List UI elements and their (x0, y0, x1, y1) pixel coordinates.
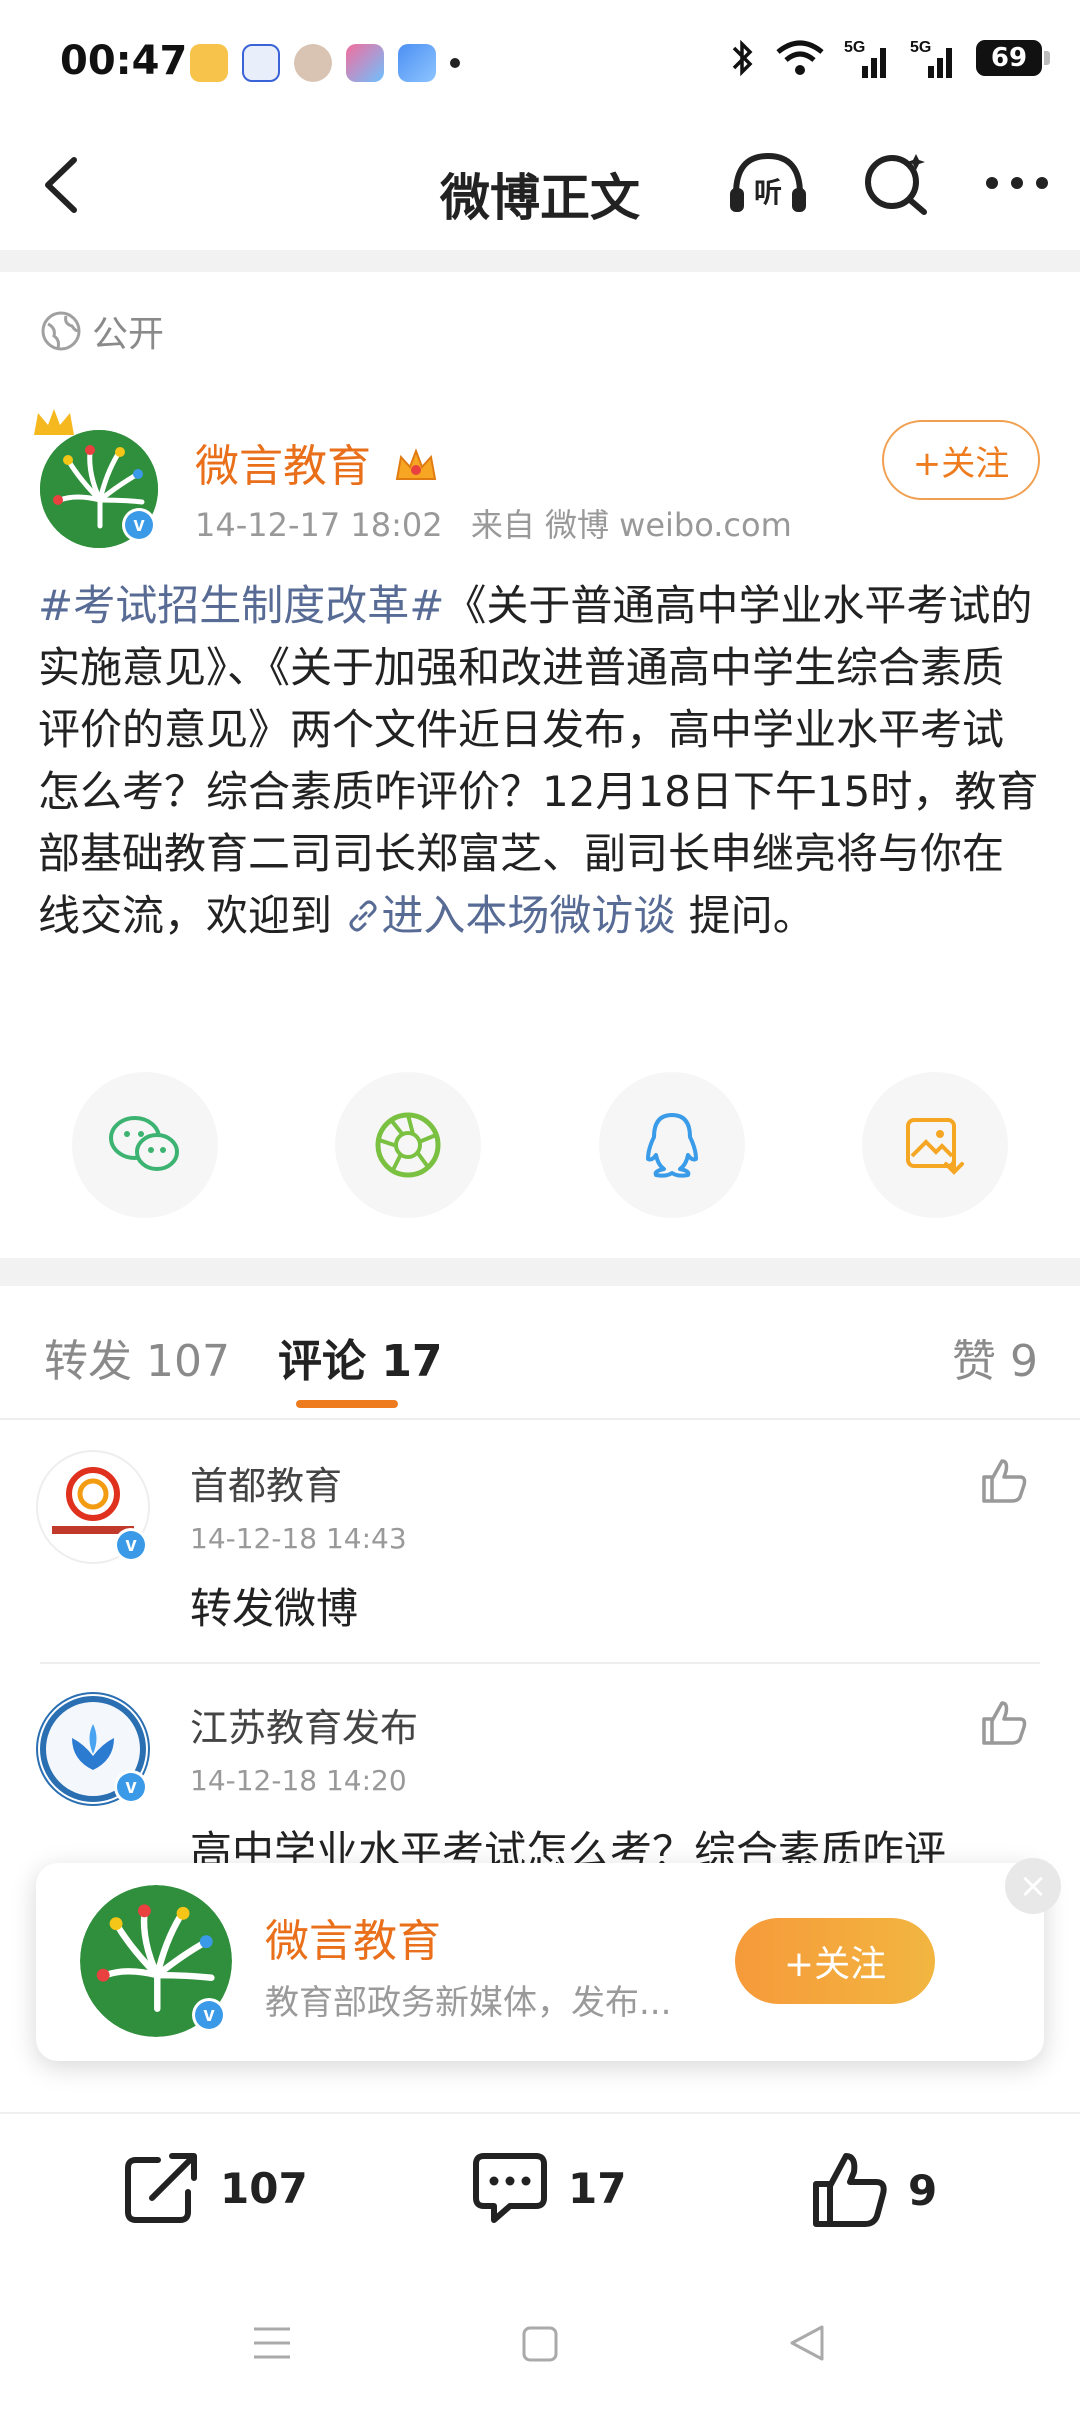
qq-icon (645, 1113, 698, 1178)
comment-text: 转发微博 (190, 1584, 359, 1633)
globe-icon (41, 311, 81, 351)
share-qq-button[interactable] (598, 1072, 745, 1218)
like-count: 9 (908, 2165, 938, 2215)
comment-like-icon[interactable] (978, 1697, 1030, 1749)
baidu-app-icon (242, 44, 280, 82)
like-button[interactable]: 9 (810, 2150, 937, 2230)
battery-indicator: 69 (976, 40, 1050, 76)
post-timestamp: 14-12-17 18:02 (195, 506, 443, 544)
interview-link[interactable]: 进入本场微访谈 (345, 891, 675, 940)
comment-icon (473, 2153, 547, 2223)
tab-comments[interactable]: 评论 17 (278, 1325, 443, 1389)
avatar-app-icon (294, 44, 332, 82)
verified-icon: v (125, 511, 153, 539)
comment-button[interactable]: 17 (470, 2150, 626, 2226)
listen-label: 听 (754, 176, 782, 209)
vip-crown-icon (395, 448, 437, 480)
link-icon (349, 900, 377, 932)
save-image-button[interactable] (861, 1072, 1008, 1218)
share-row (72, 1072, 1008, 1218)
back-nav-icon[interactable] (788, 2323, 828, 2363)
status-time: 00:47 (60, 38, 188, 84)
repost-count: 107 (220, 2163, 308, 2213)
verified-badge: v (122, 508, 156, 542)
post-body-tail: 提问。 (675, 891, 815, 940)
visibility-text: 公开 (92, 314, 165, 355)
repost-button[interactable]: 107 (122, 2150, 308, 2226)
svg-text:5G: 5G (910, 39, 931, 56)
more-icon[interactable] (984, 173, 1050, 193)
comment-divider (40, 1662, 1040, 1664)
menu-nav-icon[interactable] (252, 2325, 292, 2361)
more-notifications-dot (450, 58, 460, 68)
weibo-app-icon (190, 44, 228, 82)
tabs-divider (0, 1418, 1080, 1420)
verified-icon: v (117, 1773, 145, 1801)
visibility-label: 公开 (40, 305, 164, 357)
share-moments-button[interactable] (335, 1072, 482, 1218)
puzzle-app-icon (346, 44, 384, 82)
verified-badge: v (114, 1770, 148, 1804)
status-right: 5G 5G 69 (730, 36, 1050, 80)
verified-icon: v (195, 2001, 223, 2029)
post-body-text: 《关于普通高中学业水平考试的实施意见》、《关于加强和改进普通高中学生综合素质评价… (38, 581, 1039, 940)
comment-like-icon[interactable] (978, 1455, 1030, 1507)
verified-badge: v (114, 1528, 148, 1562)
interview-link-text[interactable]: 进入本场微访谈 (381, 891, 675, 940)
follow-button[interactable]: +关注 (882, 420, 1040, 500)
tab-likes[interactable]: 赞 9 (952, 1325, 1038, 1389)
comment-time: 14-12-18 14:20 (190, 1764, 407, 1797)
tab-repost[interactable]: 转发 107 (44, 1325, 230, 1389)
listen-icon[interactable]: 听 (726, 148, 810, 218)
save-image-icon (905, 1118, 964, 1175)
repost-icon (125, 2153, 197, 2223)
post-source: 来自 微博 weibo.com (470, 506, 792, 544)
weather-app-icon (398, 44, 436, 82)
svg-text:5G: 5G (844, 39, 865, 56)
popup-author-desc: 教育部政务新媒体，发布... (265, 1983, 672, 2023)
author-name[interactable]: 微言教育 (195, 441, 371, 492)
post-body: #考试招生制度改革#《关于普通高中学业水平考试的实施意见》、《关于加强和改进普通… (38, 575, 1043, 947)
popup-follow-button[interactable]: +关注 (735, 1918, 935, 2004)
bluetooth-icon (732, 39, 753, 77)
moments-icon (375, 1112, 441, 1178)
post-meta: 14-12-17 18:02 来自 微博 weibo.com (195, 500, 792, 546)
active-tab-indicator (296, 1400, 398, 1408)
comment-author[interactable]: 江苏教育发布 (190, 1697, 418, 1752)
comment-time: 14-12-18 14:43 (190, 1522, 407, 1555)
comment-author[interactable]: 首都教育 (190, 1455, 342, 1510)
hashtag-link[interactable]: #考试招生制度改革# (38, 581, 444, 630)
home-nav-icon[interactable] (521, 2325, 559, 2363)
verified-badge: v (192, 1998, 226, 2032)
wifi-icon (776, 40, 824, 75)
status-notification-icons (190, 44, 460, 82)
signal-5g-icon-2: 5G (910, 39, 952, 78)
like-icon (813, 2153, 887, 2227)
verified-icon: v (117, 1531, 145, 1559)
signal-5g-icon: 5G (844, 39, 886, 78)
share-wechat-button[interactable] (72, 1072, 218, 1218)
search-icon[interactable] (862, 148, 932, 218)
comment-count: 17 (568, 2163, 627, 2213)
header-separator (0, 250, 1080, 272)
author-name-row[interactable]: 微言教育 (195, 430, 439, 494)
content-separator (0, 1258, 1080, 1286)
popup-author-name[interactable]: 微言教育 (265, 1905, 441, 1969)
wechat-icon (109, 1116, 179, 1171)
popup-close-button[interactable]: × (1005, 1858, 1061, 1914)
header-actions: 听 (726, 148, 1050, 218)
